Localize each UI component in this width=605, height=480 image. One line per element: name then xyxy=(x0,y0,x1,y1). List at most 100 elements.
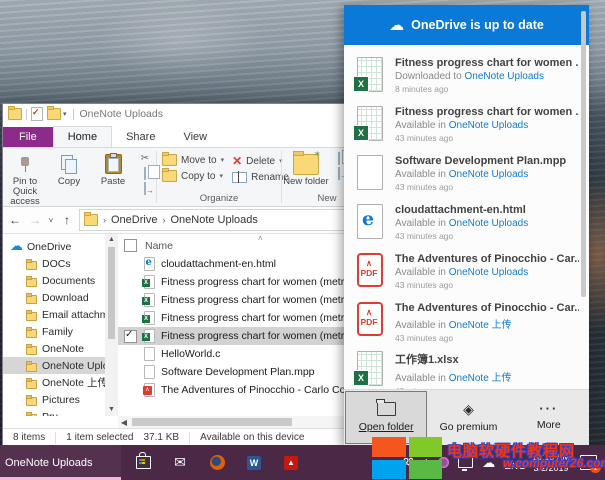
activity-file-icon xyxy=(356,351,384,386)
activity-title: cloudattachment-en.html xyxy=(395,204,528,216)
vault-icon xyxy=(438,457,449,468)
nav-tree-item[interactable]: Family xyxy=(3,323,105,340)
nav-item-label: DOCs xyxy=(42,258,71,270)
scroll-down-arrow-icon[interactable]: ▼ xyxy=(108,404,115,416)
row-checkbox[interactable] xyxy=(124,330,137,343)
activity-item[interactable]: 工作簿1.xlsx Available in OneNote 上传 43 min… xyxy=(344,345,589,389)
activity-item[interactable]: The Adventures of Pinocchio - Car... Ava… xyxy=(344,247,589,296)
move-to-button[interactable]: Move to ▾ xyxy=(162,154,224,166)
pin-to-quick-access-button[interactable]: Pin to Quick access xyxy=(3,151,47,207)
cut-button[interactable]: ✂ xyxy=(138,152,152,165)
nav-scrollbar[interactable]: ▲ ▼ xyxy=(105,234,118,416)
more-ellipsis-icon: ··· xyxy=(539,404,558,414)
activity-time: 43 minutes ago xyxy=(395,133,579,143)
paste-shortcut-button[interactable] xyxy=(138,182,152,195)
tab-file[interactable]: File xyxy=(3,127,53,147)
file-name: Software Development Plan.mpp xyxy=(161,366,315,378)
ribbon-group-clipboard: Pin to Quick access Copy Paste ✂ Clipboa… xyxy=(3,148,155,206)
nav-tree-item[interactable]: OneDrive xyxy=(3,238,105,255)
file-type-icon xyxy=(142,383,156,397)
availability-status: Available on this device xyxy=(189,432,314,444)
nav-tree-item[interactable]: OneNote Uploads xyxy=(3,357,105,374)
activity-title: Fitness progress chart for women ... xyxy=(395,106,579,118)
taskbar-mail-button[interactable]: ✉ xyxy=(172,455,188,471)
tab-view[interactable]: View xyxy=(169,127,221,147)
nav-tree-item[interactable]: Prv xyxy=(3,408,105,416)
scroll-up-arrow-icon[interactable]: ▲ xyxy=(108,234,115,246)
taskbar-store-button[interactable] xyxy=(135,455,151,471)
breadcrumb-onedrive[interactable]: OneDrive xyxy=(111,214,157,226)
scrollbar-thumb[interactable] xyxy=(108,247,115,339)
mail-icon: ✉ xyxy=(174,454,186,471)
nav-tree-item[interactable]: DOCs xyxy=(3,255,105,272)
nav-tree-item[interactable]: Download xyxy=(3,289,105,306)
back-button[interactable]: ← xyxy=(7,213,23,227)
qat-properties-icon[interactable] xyxy=(31,107,43,121)
group-separator xyxy=(281,151,282,203)
more-button[interactable]: ··· More xyxy=(509,390,589,445)
breadcrumb-current[interactable]: OneNote Uploads xyxy=(170,214,257,226)
clock[interactable]: 10:19 AM 3/2/2019 xyxy=(532,452,570,474)
qat-new-folder-icon[interactable] xyxy=(47,108,61,120)
tray-show-hidden-icons-button[interactable]: ˄ xyxy=(423,457,429,468)
activity-folder-link[interactable]: OneNote Uploads xyxy=(449,267,529,278)
activity-item[interactable]: cloudattachment-en.html Available in One… xyxy=(344,198,589,247)
onedrive-status-header: ☁ OneDrive is up to date xyxy=(344,5,589,45)
nav-tree-item[interactable]: Pictures xyxy=(3,391,105,408)
activity-folder-link[interactable]: OneNote Uploads xyxy=(449,218,529,229)
nav-tree-item[interactable]: Documents xyxy=(3,272,105,289)
forward-button[interactable]: → xyxy=(27,213,43,227)
scrollbar-thumb[interactable] xyxy=(132,418,292,426)
onedrive-flyout: ☁ OneDrive is up to date Fitness progres… xyxy=(344,5,589,445)
activity-folder-link[interactable]: OneNote Uploads xyxy=(449,169,529,180)
panel-scrollbar-thumb[interactable] xyxy=(581,11,586,297)
tray-people-button[interactable] xyxy=(401,457,414,469)
system-tray: ˄ ☁ ENG 10:19 AM 3/2/2019 1 xyxy=(401,445,605,480)
select-all-checkbox[interactable] xyxy=(124,239,137,252)
nav-tree-item[interactable]: OneNote 上传 xyxy=(3,374,105,391)
new-folder-icon xyxy=(293,154,319,175)
copy-button[interactable]: Copy xyxy=(47,151,91,187)
activity-folder-link[interactable]: OneNote Uploads xyxy=(465,71,545,82)
recent-locations-caret-icon[interactable]: ˅ xyxy=(47,216,55,225)
taskbar-word-button[interactable]: W xyxy=(246,455,262,471)
activity-folder-link[interactable]: OneNote 上传 xyxy=(449,320,512,331)
file-type-icon xyxy=(142,257,156,271)
go-premium-button[interactable]: ◈ Go premium xyxy=(428,390,508,445)
copy-path-button[interactable] xyxy=(138,167,152,180)
activity-title: Fitness progress chart for women ... xyxy=(395,57,579,69)
nav-tree-item[interactable]: Email attachments xyxy=(3,306,105,323)
scroll-left-arrow-icon[interactable]: ◀ xyxy=(118,418,130,427)
qat-customize-caret-icon[interactable]: ▾ xyxy=(63,110,67,118)
taskbar-firefox-button[interactable] xyxy=(209,455,225,471)
paste-button[interactable]: Paste xyxy=(91,151,135,187)
activity-file-icon xyxy=(356,204,384,239)
activity-item[interactable]: Fitness progress chart for women ... Ava… xyxy=(344,100,589,149)
activity-item[interactable]: Fitness progress chart for women ... Dow… xyxy=(344,51,589,100)
tray-network-button[interactable] xyxy=(458,457,473,468)
activity-folder-link[interactable]: OneNote 上传 xyxy=(449,373,512,384)
activity-item[interactable]: The Adventures of Pinocchio - Car... Ava… xyxy=(344,296,589,345)
nav-item-label: Pictures xyxy=(42,394,80,406)
activity-subtitle: Available in OneNote Uploads xyxy=(395,218,528,229)
action-center-button[interactable]: 1 xyxy=(580,455,597,470)
tray-vault-button[interactable] xyxy=(438,457,449,468)
tab-home[interactable]: Home xyxy=(53,126,112,147)
language-indicator[interactable]: ENG xyxy=(504,461,526,472)
activity-subtitle: Available in OneNote Uploads xyxy=(395,120,579,131)
new-item-icon xyxy=(338,152,340,165)
activity-title: The Adventures of Pinocchio - Car... xyxy=(395,253,579,265)
new-folder-button[interactable]: New folder xyxy=(283,151,329,187)
up-button[interactable]: ↑ xyxy=(59,213,75,227)
copy-to-button[interactable]: Copy to ▾ xyxy=(162,170,224,182)
activity-folder-link[interactable]: OneNote Uploads xyxy=(449,120,529,131)
nav-tree-item[interactable]: OneNote xyxy=(3,340,105,357)
open-folder-button[interactable]: Open folder xyxy=(345,391,427,444)
tab-share[interactable]: Share xyxy=(112,127,169,147)
taskbar-button-explorer[interactable]: OneNote Uploads xyxy=(0,445,121,480)
taskbar-acrobat-button[interactable]: ▲ xyxy=(283,455,299,471)
activity-time: 43 minutes ago xyxy=(395,386,512,389)
acrobat-icon: ▲ xyxy=(284,456,298,470)
tray-onedrive-button[interactable]: ☁ xyxy=(482,455,495,471)
activity-item[interactable]: Software Development Plan.mpp Available … xyxy=(344,149,589,198)
